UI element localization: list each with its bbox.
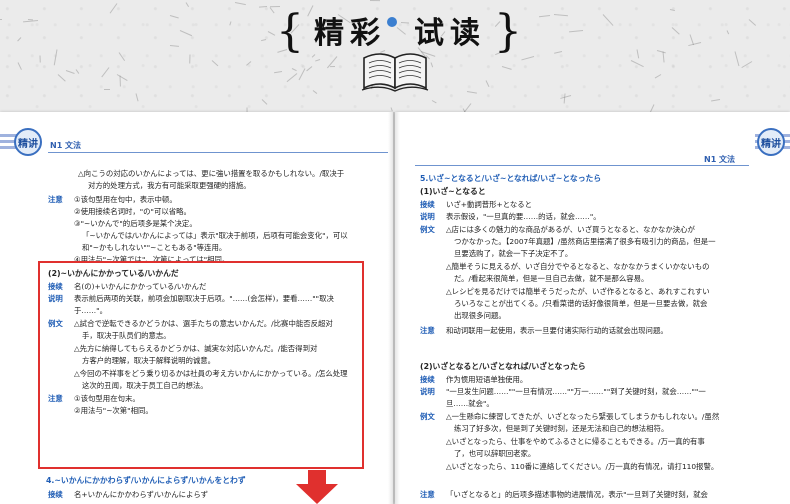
text-line: △試合で逆転できるかどうかは、選手たちの意志いかんだ。/比赛中能否反超对 — [74, 319, 333, 328]
brace-right: } — [494, 6, 522, 57]
text-line: 「いざとなると」的后项多描述事物的进展情况，表示"一旦到了关键时刻，就会 — [446, 490, 708, 499]
text-line: 和"~かもしれない""~こともある"等连用。 — [82, 243, 227, 252]
text-line: △先方に納得してもらえるかどうかは、誠実な対応いかんだ。/能否得到对 — [74, 344, 318, 353]
text-line: ②用法与"~次第"相同。 — [74, 406, 153, 415]
label-explain: 说明 — [48, 294, 63, 303]
text-line: ろいろなことが出てくる。/只看菜谱的话好像很简单，但是一旦要去做，就会 — [454, 299, 708, 308]
text-line: 出现很多问题。 — [454, 311, 506, 320]
text-line: 表示假设，"一旦真的要……的话，就会……"。 — [446, 212, 601, 221]
text-line: 表示前后两项的关联，前项会加剧取决于后项。"……(会怎样)，要看……""取决 — [74, 294, 334, 303]
left-badge-icon: 精讲 — [14, 128, 42, 156]
label-explain: 说明 — [420, 212, 435, 221]
label-connect: 接续 — [420, 375, 435, 384]
label-note: 注意 — [420, 490, 435, 499]
label-note: 注意 — [420, 326, 435, 335]
text-line: △いざとなったら、110番に連絡してください。/万一真的有情况，请打110报警。 — [446, 462, 719, 471]
down-arrow-icon — [296, 470, 338, 504]
text-line: つかなかった。【2007年真题】/虽然商店里摆满了很多有吸引力的商品，但是一 — [454, 237, 716, 246]
text-line: いざ+動詞普形+となると — [446, 200, 533, 209]
text-line: 手，取决于队员们的意志。 — [82, 331, 171, 340]
right-badge-icon: 精讲 — [757, 128, 785, 156]
text-line: 练习了好多次，但是到了关键时刻，还是无法和自己的想法相符。 — [454, 424, 669, 433]
text-line: 作为惯用短语单独使用。 — [446, 375, 528, 384]
text-line: だ。/看起来很简单，但是一旦自己去做，就不是那么容易。 — [454, 274, 649, 283]
book-gutter-shadow — [388, 112, 400, 504]
text-line: 名(の)+いかんにかかっている/いかんだ — [74, 282, 207, 291]
text-line: ①该句型用在句末。 — [74, 394, 140, 403]
text-line: △レシピを見るだけでは簡単そうだったが、いざ作るとなると、あれすこれすい — [446, 287, 710, 296]
text-line: 对方的处理方式，我方有可能采取更强硬的措施。 — [88, 181, 251, 190]
text-line: ③"~いかんで"的后项多是某个决定。 — [74, 219, 197, 228]
section-heading-4: 4.~いかんにかかわらず/いかんによらず/いかんをとわず — [46, 476, 246, 485]
subheading-1: (1)いざ~となると — [420, 187, 486, 196]
text-line: 旦要选购了，就会一下子决定不了。 — [454, 249, 573, 258]
text-line: 于……"。 — [74, 306, 107, 315]
label-connect: 接续 — [420, 200, 435, 209]
text-line: △簡単そうに見えるが、いざ自分でやるとなると、なかなかうまくいかないもの — [446, 262, 710, 271]
label-note: 注意 — [48, 394, 63, 403]
left-page-header: N1 文法 — [50, 141, 82, 150]
text-line: △今回の不祥事をどう乗り切るかは社員の考え方いかんにかかっている。/怎么处理 — [74, 369, 348, 378]
text-line: ①该句型用在句中，表示中顿。 — [74, 195, 177, 204]
open-book-icon — [361, 53, 429, 92]
label-example: 例文 — [420, 412, 435, 421]
text-line: 和动词联用一起使用，表示一旦要付诸实际行动的话就会出现问题。 — [446, 326, 668, 335]
title-dot — [387, 17, 397, 27]
text-line: △いざとなったら、仕事をやめてふるさとに帰ることもできる。/万一真的有事 — [446, 437, 705, 446]
brace-left: { — [276, 6, 304, 57]
subheading-2: (2)~いかんにかかっている/いかんだ — [48, 269, 179, 278]
text-line: △一生懸命に練習してきたが、いざとなったら緊張してしまうかもしれない。/虽然 — [446, 412, 720, 421]
left-header-rule — [48, 152, 388, 153]
label-explain: 说明 — [420, 387, 435, 396]
label-note: 注意 — [48, 195, 63, 204]
right-header-rule — [415, 165, 749, 166]
banner: { 精彩 试读 } — [0, 0, 790, 120]
label-example: 例文 — [48, 319, 63, 328]
label-connect: 接续 — [48, 282, 63, 291]
text-line: 方客户的理解，取决于解释说明的诚意。 — [82, 356, 216, 365]
section-heading-5: 5.いざ~となると/いざ~となれば/いざ~となったら — [420, 174, 602, 183]
text-line: 了，也可以辞职回老家。 — [454, 449, 536, 458]
text-line: 名+いかんにかかわらず/いかんによらず — [74, 490, 209, 499]
text-line: ②使用接续名词时，"の"可以省略。 — [74, 207, 191, 216]
text-line: "一旦发生问题……""一旦有情况……""万一……""到了关键时刻，就会……""一 — [446, 387, 706, 396]
right-page-header: N1 文法 — [704, 155, 736, 164]
label-example: 例文 — [420, 225, 435, 234]
text-line: △向こうの対応のいかんによっては、更に強い措置を取るかもしれない。/取决于 — [78, 169, 345, 178]
text-line: 「~いかんでは/いかんによっては」表示"取决于前项，后项有可能会变化"，可以 — [82, 231, 348, 240]
label-connect: 接续 — [48, 490, 63, 499]
text-line: 旦……就会"。 — [446, 399, 494, 408]
text-line: 这次的丑闻，取决于员工自己的想法。 — [82, 381, 208, 390]
subheading-2-right: (2)いざとなると/いざとなれば/いざとなったら — [420, 362, 586, 371]
highlight-frame — [38, 261, 364, 469]
text-line: △店には多くの魅力的な商品があるが、いざ買うとなると、なかなか決心が — [446, 225, 695, 234]
